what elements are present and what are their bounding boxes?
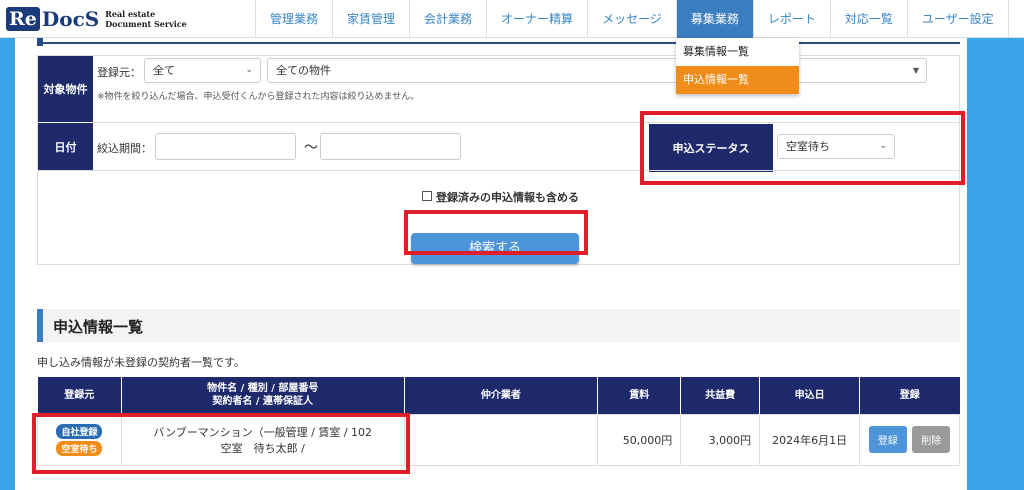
cell-rent: 50,000円 xyxy=(597,413,682,466)
nav-user-settings[interactable]: ユーザー設定 xyxy=(906,0,1009,38)
property-select[interactable]: 全ての物件 ▼ xyxy=(267,58,927,83)
property-select-value: 全ての物件 xyxy=(276,64,331,77)
nav-recruitment[interactable]: 募集業務 xyxy=(675,0,753,38)
register-button[interactable]: 登録 xyxy=(868,426,907,453)
search-highlight-box xyxy=(404,210,588,255)
logo-docs-text: DocS xyxy=(41,7,100,31)
section-divider xyxy=(37,42,960,44)
nav-management[interactable]: 管理業務 xyxy=(255,0,332,38)
section-description: 申し込み情報が未登録の契約者一覧です。 xyxy=(37,356,245,369)
table-header-row: 登録元 物件名 / 種別 / 部屋番号 契約者名 / 連帯保証人 仲介業者 賃料… xyxy=(37,377,960,414)
col-property: 物件名 / 種別 / 部屋番号 契約者名 / 連帯保証人 xyxy=(121,377,405,414)
top-navigation-bar: Re DocS Real estate Document Service 管理業… xyxy=(0,0,1024,38)
col-apply-date: 申込日 xyxy=(759,377,861,414)
col-property-line2: 契約者名 / 連帯保証人 xyxy=(212,396,314,408)
status-highlight-box xyxy=(640,111,965,185)
cell-agent xyxy=(403,413,599,466)
delete-button[interactable]: 削除 xyxy=(912,426,951,453)
heading-accent-bar xyxy=(37,309,43,342)
nav-accounting[interactable]: 会計業務 xyxy=(409,0,486,38)
logo-subtitle-line1: Real estate xyxy=(105,9,156,19)
logo-subtitle: Real estate Document Service xyxy=(105,9,187,29)
menu-item-recruitment-list[interactable]: 募集情報一覧 xyxy=(676,38,799,66)
source-label: 登録元： xyxy=(97,66,141,79)
row-highlight-box xyxy=(32,413,410,474)
nav-rent[interactable]: 家賃管理 xyxy=(332,0,409,38)
filter-note: ※物件を絞り込んだ場合、申込受付くんから登録された内容は絞り込めません。 xyxy=(97,92,420,102)
period-label: 絞込期間： xyxy=(97,142,152,155)
date-label: 日付 xyxy=(38,123,93,170)
source-select[interactable]: 全て ⌄ xyxy=(144,58,261,83)
section-divider-marker xyxy=(37,38,43,46)
section-title: 申込情報一覧 xyxy=(53,318,144,336)
target-property-label: 対象物件 xyxy=(38,56,93,122)
source-select-value: 全て xyxy=(153,64,175,77)
col-rent: 賃料 xyxy=(597,377,682,414)
nav-response-list[interactable]: 対応一覧 xyxy=(829,0,907,38)
caret-down-icon: ▼ xyxy=(912,66,919,75)
menu-item-application-list[interactable]: 申込情報一覧 xyxy=(676,66,799,94)
nav-report[interactable]: レポート xyxy=(752,0,830,38)
chevron-down-icon: ⌄ xyxy=(245,65,253,75)
main-nav: 管理業務 家賃管理 会計業務 オーナー精算 メッセージ 募集業務 レポート 対応… xyxy=(255,0,1009,38)
nav-owner-settlement[interactable]: オーナー精算 xyxy=(486,0,587,38)
include-registered-checkbox[interactable] xyxy=(422,191,432,201)
application-list-heading: 申込情報一覧 xyxy=(37,309,960,342)
cell-actions: 登録 削除 xyxy=(859,413,960,466)
logo-subtitle-line2: Document Service xyxy=(105,19,187,29)
cell-apply-date: 2024年6月1日 xyxy=(759,413,861,466)
period-tilde: 〜 xyxy=(304,140,318,156)
period-end-input[interactable] xyxy=(320,133,461,160)
nav-message[interactable]: メッセージ xyxy=(587,0,676,38)
col-source: 登録元 xyxy=(37,377,122,414)
col-common-fee: 共益費 xyxy=(680,377,761,414)
redocs-logo[interactable]: Re DocS Real estate Document Service xyxy=(6,3,187,35)
col-register: 登録 xyxy=(859,377,960,414)
period-start-input[interactable] xyxy=(155,133,296,160)
cell-common-fee: 3,000円 xyxy=(680,413,761,466)
include-registered-label: 登録済みの申込情報も含める xyxy=(436,191,579,204)
col-property-line1: 物件名 / 種別 / 部屋番号 xyxy=(207,383,319,395)
col-agent: 仲介業者 xyxy=(404,377,599,414)
recruitment-dropdown-menu: 募集情報一覧 申込情報一覧 xyxy=(676,38,799,94)
logo-re-mark: Re xyxy=(6,7,40,31)
